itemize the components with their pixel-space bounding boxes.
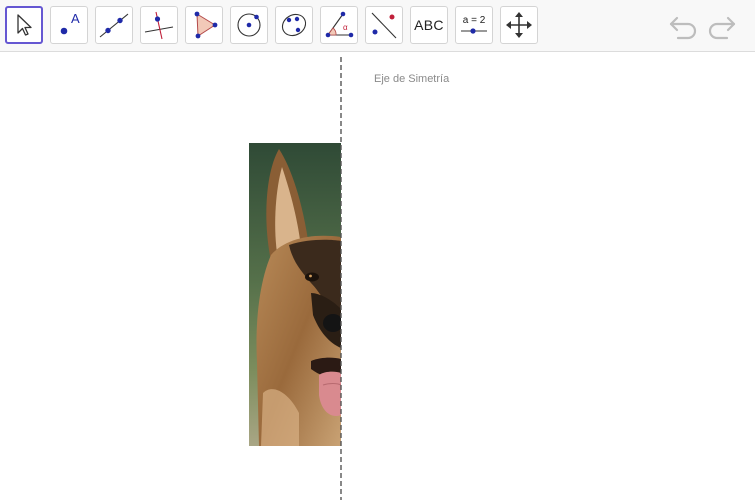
line-tool-button[interactable] xyxy=(95,6,133,44)
polygon-icon xyxy=(194,11,218,39)
symmetry-axis-line xyxy=(340,57,342,500)
circle-tool-button[interactable] xyxy=(230,6,268,44)
perpendicular-line-tool-button[interactable] xyxy=(140,6,178,44)
circle-icon xyxy=(237,13,261,37)
angle-tool-button[interactable]: α xyxy=(320,6,358,44)
move-graphics-view-tool-button[interactable] xyxy=(500,6,538,44)
angle-alpha-label: α xyxy=(343,23,348,32)
text-icon: ABC xyxy=(414,17,444,33)
angle-icon: α xyxy=(325,11,354,38)
graphics-view[interactable]: Eje de Simetría xyxy=(0,53,755,500)
slider-label-text: a = 2 xyxy=(463,15,486,26)
move-view-icon xyxy=(506,12,532,38)
point-label-text: A xyxy=(71,11,80,26)
redo-icon[interactable] xyxy=(705,12,737,40)
ellipse-icon xyxy=(281,13,307,37)
ellipse-tool-button[interactable] xyxy=(275,6,313,44)
slider-icon: a = 2 xyxy=(461,15,487,34)
point-icon: A xyxy=(60,11,80,35)
toolbar: A α ABC a = 2 xyxy=(0,0,755,52)
reflect-tool-button[interactable] xyxy=(365,6,403,44)
text-tool-button[interactable]: ABC xyxy=(410,6,448,44)
undo-icon[interactable] xyxy=(668,12,700,40)
reflect-about-line-icon xyxy=(371,12,397,39)
perpendicular-line-icon xyxy=(144,11,174,40)
slider-tool-button[interactable]: a = 2 xyxy=(455,6,493,44)
line-through-points-icon xyxy=(99,13,129,38)
point-tool-button[interactable]: A xyxy=(50,6,88,44)
arrow-cursor-icon xyxy=(17,14,32,36)
polygon-tool-button[interactable] xyxy=(185,6,223,44)
move-tool-button[interactable] xyxy=(5,6,43,44)
